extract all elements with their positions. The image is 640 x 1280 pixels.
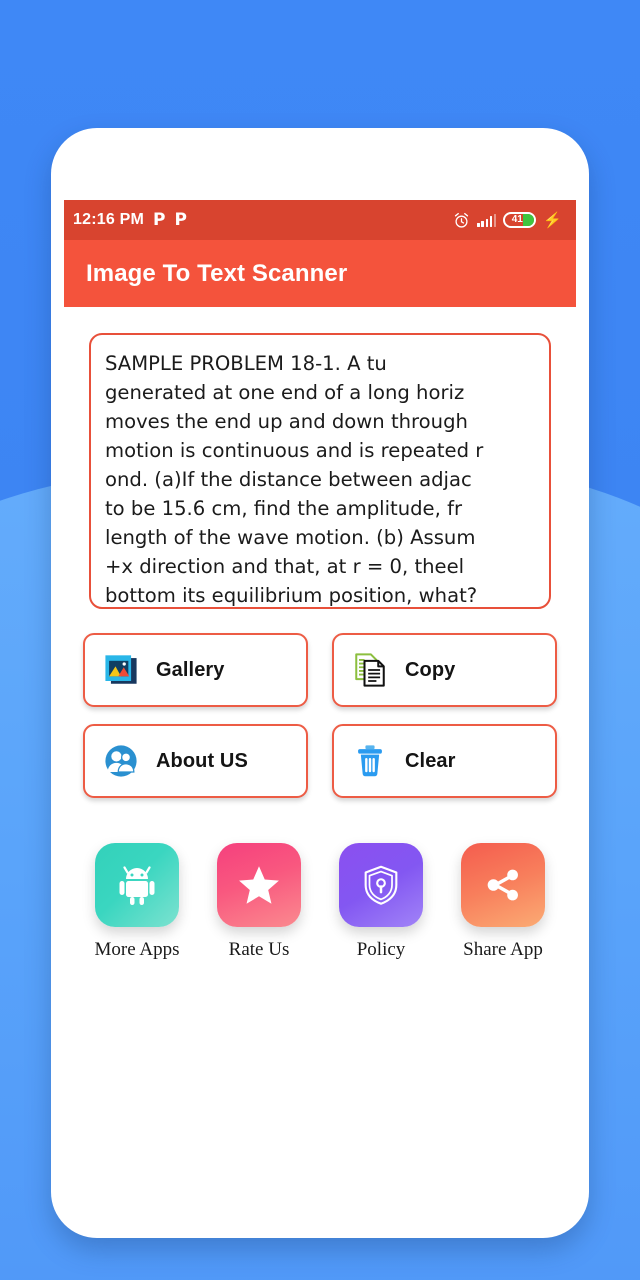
status-bar-clock: 12:16 PM [73,211,144,228]
rate-us-tile[interactable]: Rate Us [202,843,316,961]
battery-indicator: 41 [503,212,537,228]
gallery-button[interactable]: Gallery [83,633,308,707]
rate-us-label: Rate Us [228,939,290,960]
notification-p-icon-2: P [174,209,187,230]
result-section: SAMPLE PROBLEM 18-1. A tu generated at o… [64,307,576,609]
policy-tile[interactable]: Policy [324,843,438,961]
bottom-tiles-row: More Apps Rate Us Policy Share App [64,815,576,961]
status-bar: 12:16 PM P P 41 ⚡ [64,200,576,240]
more-apps-tile[interactable]: More Apps [80,843,194,961]
gallery-image-icon [105,655,137,684]
share-nodes-icon [487,869,518,901]
scanned-text-content: SAMPLE PROBLEM 18-1. A tu generated at o… [105,352,484,607]
charging-bolt-icon: ⚡ [543,211,562,229]
gallery-button-label: Gallery [156,658,225,681]
more-apps-label: More Apps [94,939,180,960]
action-row-2: About US Clear [83,724,557,798]
about-us-button-label: About US [156,749,248,772]
clear-button[interactable]: Clear [332,724,557,798]
app-bar: Image To Text Scanner [64,240,576,307]
about-us-people-icon [105,745,137,777]
scanned-text-box[interactable]: SAMPLE PROBLEM 18-1. A tu generated at o… [89,333,551,609]
more-apps-tile-square [95,843,179,927]
rate-us-tile-square [217,843,301,927]
signal-bars-icon [477,213,497,227]
notification-p-icon-1: P [152,209,166,230]
battery-fill [523,214,535,226]
phone-screen: 12:16 PM P P 41 ⚡ Image To Text Scanner … [64,200,576,1210]
star-icon [239,866,279,904]
share-app-tile[interactable]: Share App [446,843,560,961]
shield-lock-icon [364,865,398,905]
copy-button[interactable]: Copy [332,633,557,707]
status-bar-right: 41 ⚡ [453,212,562,229]
action-buttons-section: Gallery Copy About US Clear [64,609,576,798]
status-bar-left: 12:16 PM P P [73,211,187,229]
alarm-clock-icon [455,212,469,228]
page-title: Image To Text Scanner [86,259,348,287]
about-us-button[interactable]: About US [83,724,308,798]
action-row-1: Gallery Copy [83,633,557,707]
clear-button-label: Clear [405,749,456,772]
android-robot-icon [119,866,155,905]
policy-tile-square [339,843,423,927]
copy-button-label: Copy [405,658,456,681]
phone-mockup-frame: 12:16 PM P P 41 ⚡ Image To Text Scanner … [51,128,589,1238]
trash-can-icon [358,745,382,777]
copy-documents-icon [355,653,385,687]
policy-label: Policy [356,939,406,960]
share-app-label: Share App [463,939,543,960]
battery-percent-label: 41 [511,214,523,225]
share-app-tile-square [461,843,545,927]
